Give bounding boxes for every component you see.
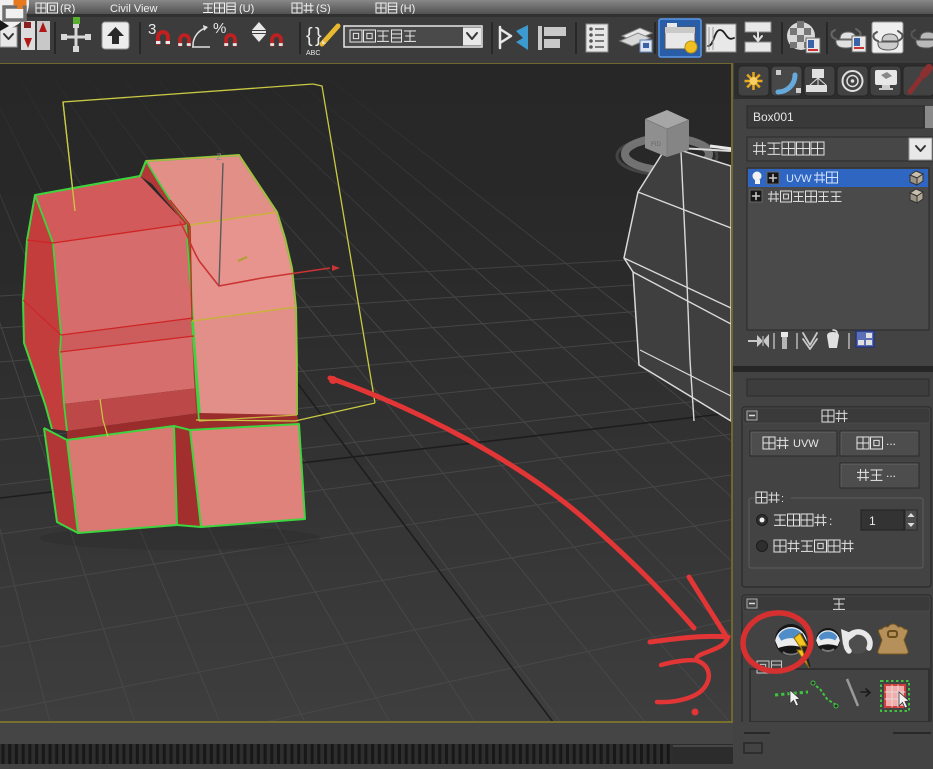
svg-text:(U): (U) [239,3,254,15]
svg-text::: : [829,514,832,528]
svg-text:Box001: Box001 [753,110,794,124]
svg-text:(H): (H) [400,3,415,15]
svg-text:UVW: UVW [793,438,819,450]
svg-text:...: ... [886,434,896,448]
svg-text::: : [781,493,784,505]
svg-text:%: % [213,20,226,37]
svg-text:1: 1 [869,514,876,528]
svg-text:Civil View: Civil View [110,3,158,15]
svg-text:FID: FID [651,142,661,148]
svg-text:(S): (S) [316,3,331,15]
svg-text:...: ... [886,466,896,480]
svg-text:{: { [306,25,313,47]
svg-text:UVW: UVW [786,173,812,185]
svg-text:ABC: ABC [306,50,320,57]
svg-text:Z: Z [216,152,222,162]
svg-text:(R): (R) [60,3,75,15]
svg-text:3: 3 [148,21,156,38]
